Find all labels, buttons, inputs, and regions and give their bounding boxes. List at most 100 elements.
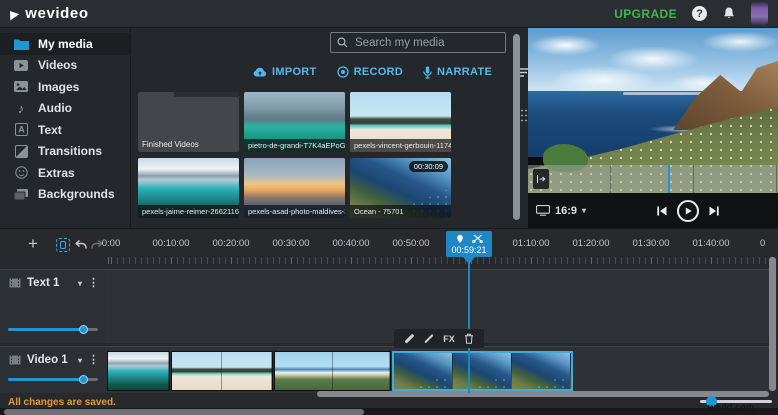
panel-resize-handle[interactable]: [520, 108, 528, 123]
track-menu-icon[interactable]: ⋮: [88, 354, 99, 366]
edit-pencil-icon[interactable]: [399, 329, 419, 348]
topbar-actions: UPGRADE ?: [614, 2, 768, 25]
timeline-clip[interactable]: [274, 351, 391, 391]
sidebar-item-my-media[interactable]: My media: [0, 33, 130, 55]
chevron-down-icon[interactable]: ▾: [78, 279, 82, 288]
text-track-opacity-slider[interactable]: [8, 325, 98, 334]
track-menu-icon[interactable]: ⋮: [88, 277, 99, 289]
sidebar-item-label: Images: [38, 79, 80, 94]
media-item-name: pexels-vincent-gerbouin-11747...: [350, 139, 451, 152]
timeline-vertical-scrollbar[interactable]: [769, 257, 776, 391]
cloud-upload-icon: [253, 67, 267, 77]
detach-preview-icon[interactable]: [533, 169, 549, 189]
sidebar-item-extras[interactable]: Extras: [0, 162, 130, 184]
media-sidebar: My media Videos Images ♪ Audio A Text Tr…: [0, 28, 130, 228]
svg-text:A: A: [18, 125, 25, 135]
clip-toolbar: FX: [394, 329, 484, 348]
ruler-label: 01:20:00: [572, 238, 610, 249]
next-button[interactable]: [708, 205, 720, 217]
timeline-clip-selected[interactable]: [392, 351, 573, 391]
search-icon: [337, 37, 348, 48]
record-button[interactable]: RECORD: [336, 66, 403, 78]
sidebar-item-backgrounds[interactable]: Backgrounds: [0, 184, 130, 206]
media-item[interactable]: pexels-asad-photo-maldives-31...: [244, 158, 345, 218]
media-item-video[interactable]: 00:30:09 Ocean - 75701: [350, 158, 451, 218]
media-item[interactable]: pietro-de-grandi-T7K4aEPoGGk...: [244, 92, 345, 152]
search-input[interactable]: [353, 35, 499, 50]
draw-pen-icon[interactable]: [419, 329, 439, 348]
music-note-icon: ♪: [17, 100, 25, 116]
folder-icon: [13, 38, 29, 50]
media-item-name: pexels-jaime-reimer-2662116: [138, 205, 239, 218]
sidebar-item-text[interactable]: A Text: [0, 119, 130, 141]
video-track-header: Video 1 ▾ ⋮: [0, 346, 105, 393]
narrate-button[interactable]: NARRATE: [423, 66, 492, 79]
sidebar-item-transitions[interactable]: Transitions: [0, 141, 130, 163]
import-button[interactable]: IMPORT: [253, 66, 317, 78]
transport-controls: [656, 199, 720, 222]
delete-trash-icon[interactable]: [459, 329, 479, 348]
media-grid: Finished Videos pietro-de-grandi-T7K4aEP…: [138, 92, 451, 218]
ruler-label: 0: [760, 238, 766, 249]
help-icon[interactable]: ?: [692, 6, 707, 21]
play-button[interactable]: [677, 199, 699, 222]
sidebar-item-label: My media: [38, 36, 93, 51]
media-panel: IMPORT RECORD NARRATE: [130, 28, 558, 228]
media-item-name: Ocean - 75701: [350, 205, 451, 218]
ruler-label: 01:40:00: [692, 238, 730, 249]
previous-button[interactable]: [656, 205, 668, 217]
film-strip-icon: [9, 277, 21, 289]
playhead-marker[interactable]: 00:59:21: [446, 231, 492, 257]
preview-frame-clouds: [528, 28, 778, 98]
wevideo-logo-text: wevideo: [25, 5, 89, 22]
preview-panel: 16:9 ▾: [528, 28, 778, 228]
track-label: Text 1: [27, 277, 60, 289]
video-track-volume-slider[interactable]: [8, 375, 98, 384]
timeline-horizontal-scrollbar[interactable]: [317, 391, 769, 397]
media-item[interactable]: pexels-jaime-reimer-2662116: [138, 158, 239, 218]
playhead-line[interactable]: [468, 257, 470, 393]
text-track-header: Text 1 ▾ ⋮: [0, 269, 105, 343]
wevideo-logo[interactable]: ▶ wevideo: [10, 5, 89, 22]
scrubber-playhead[interactable]: [668, 165, 670, 193]
sidebar-item-audio[interactable]: ♪ Audio: [0, 98, 130, 120]
preview-scrubber[interactable]: [528, 165, 778, 193]
record-icon: [336, 66, 349, 78]
sidebar-item-videos[interactable]: Videos: [0, 55, 130, 77]
duration-badge: 00:30:09: [408, 161, 448, 172]
window-scrollbar-thumb[interactable]: [4, 409, 364, 415]
ruler-label: 00:40:00: [332, 238, 370, 249]
video-track-lane[interactable]: [105, 346, 769, 393]
sidebar-item-label: Videos: [38, 58, 78, 73]
scissors-icon: [471, 234, 483, 243]
film-strip-icon: [9, 354, 21, 366]
aspect-ratio-selector[interactable]: 16:9 ▾: [536, 205, 586, 217]
smiley-icon: [13, 166, 29, 179]
chevron-down-icon[interactable]: ▾: [78, 356, 82, 365]
sidebar-item-images[interactable]: Images: [0, 76, 130, 98]
chevron-down-icon: ▾: [582, 206, 587, 215]
media-item[interactable]: pexels-vincent-gerbouin-11747...: [350, 92, 451, 152]
media-item-folder[interactable]: Finished Videos: [138, 92, 239, 152]
timeline-clip[interactable]: [107, 351, 170, 391]
track-text-1: Text 1 ▾ ⋮: [0, 269, 778, 343]
upgrade-link[interactable]: UPGRADE: [614, 7, 677, 21]
wevideo-editor: ▶ wevideo UPGRADE ? My media Videos Imag…: [0, 0, 778, 415]
media-actions: IMPORT RECORD NARRATE: [131, 58, 558, 86]
avatar[interactable]: [751, 2, 768, 25]
effects-button[interactable]: FX: [439, 329, 459, 348]
track-label: Video 1: [27, 354, 68, 366]
timeline-ruler[interactable]: 0:00 00:10:00 00:20:00 00:30:00 00:40:00…: [0, 233, 768, 257]
preview-player[interactable]: [528, 28, 778, 193]
timeline-clip[interactable]: [171, 351, 273, 391]
sidebar-item-label: Audio: [38, 101, 72, 116]
microphone-icon: [423, 66, 432, 79]
transition-icon: [13, 144, 29, 158]
save-status: All changes are saved.: [8, 397, 116, 408]
watermark: wtvid.com: [708, 402, 755, 413]
notifications-bell-icon[interactable]: [722, 6, 736, 21]
monitor-icon: [536, 205, 550, 216]
window-scrollbar-track: [0, 408, 778, 415]
media-panel-scrollbar[interactable]: [513, 34, 520, 220]
track-video-1: Video 1 ▾ ⋮: [0, 346, 778, 393]
